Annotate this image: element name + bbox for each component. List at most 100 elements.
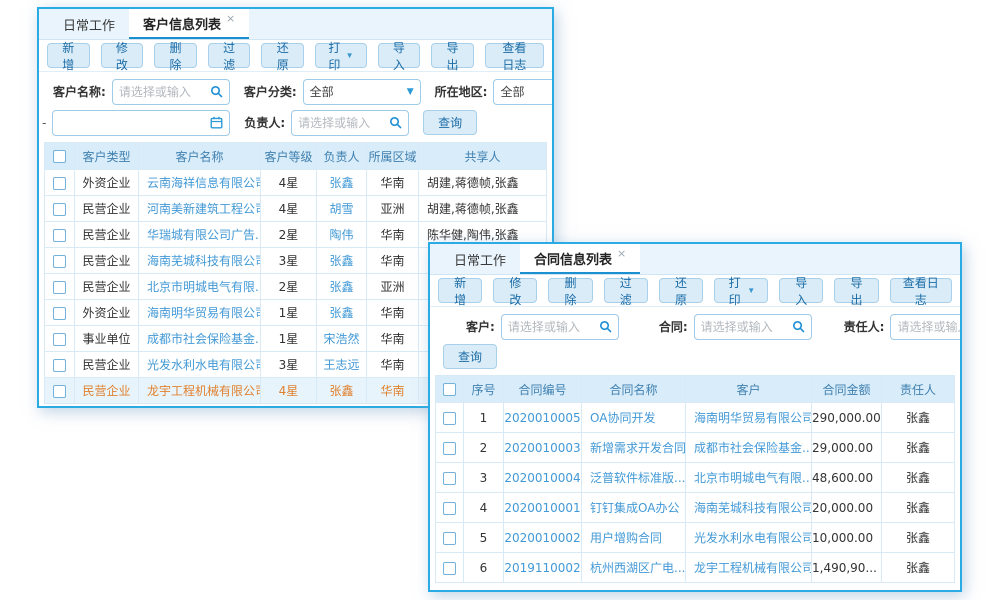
date-input[interactable] — [59, 116, 210, 130]
row-checkbox[interactable] — [443, 442, 456, 455]
edit-button[interactable]: 修改 — [101, 43, 144, 68]
table-row[interactable]: 52020010002用户增购合同光发水利水电有限公司10,000.00张鑫 — [436, 523, 955, 553]
tab-daily-work[interactable]: 日常工作 — [49, 9, 129, 39]
delete-button[interactable]: 删除 — [154, 43, 197, 68]
row-checkbox[interactable] — [53, 229, 66, 242]
table-row[interactable]: 32020010004泛普软件标准版...北京市明城电气有限...48,600.… — [436, 463, 955, 493]
cell-link[interactable]: 北京市明城电气有限... — [139, 274, 261, 300]
cell-link[interactable]: 宋浩然 — [317, 326, 367, 352]
table-row[interactable]: 12020010005OA协同开发海南明华贸易有限公司290,000.00张鑫 — [436, 403, 955, 433]
row-checkbox[interactable] — [443, 472, 456, 485]
row-checkbox[interactable] — [53, 333, 66, 346]
search-icon[interactable] — [792, 320, 805, 333]
cell-link[interactable]: 北京市明城电气有限... — [686, 463, 812, 493]
import-button[interactable]: 导入 — [378, 43, 421, 68]
print-button[interactable]: 打印▼ — [315, 43, 367, 68]
print-button[interactable]: 打印▼ — [714, 278, 768, 303]
cell-link[interactable]: 胡雪 — [317, 196, 367, 222]
tab-daily-work[interactable]: 日常工作 — [440, 244, 520, 274]
cell-link[interactable]: 龙宇工程机械有限公司 — [139, 378, 261, 404]
search-icon[interactable] — [210, 85, 223, 98]
calendar-icon[interactable] — [210, 116, 223, 129]
table-row[interactable]: 22020010003新增需求开发合同成都市社会保险基金...29,000.00… — [436, 433, 955, 463]
cell-link[interactable]: 陶伟 — [317, 222, 367, 248]
region-select[interactable]: 全部 ▼ — [493, 79, 554, 105]
cell-link[interactable]: 海南明华贸易有限公司 — [139, 300, 261, 326]
cell-link[interactable]: OA协同开发 — [582, 403, 686, 433]
tab-contract-info-list[interactable]: 合同信息列表× — [520, 244, 640, 274]
category-select[interactable]: 全部 ▼ — [303, 79, 421, 105]
cell-link[interactable]: 成都市社会保险基金... — [686, 433, 812, 463]
search-icon[interactable] — [599, 320, 612, 333]
edit-button[interactable]: 修改 — [493, 278, 537, 303]
tab-customer-info-list[interactable]: 客户信息列表× — [129, 9, 249, 39]
cell-link[interactable]: 2020010001 — [504, 493, 582, 523]
cell-link[interactable]: 光发水利水电有限公司 — [686, 523, 812, 553]
view-log-button[interactable]: 查看日志 — [890, 278, 952, 303]
cell-link[interactable]: 泛普软件标准版... — [582, 463, 686, 493]
cell-link[interactable]: 龙宇工程机械有限公司 — [686, 553, 812, 583]
cell-link[interactable]: 2020010002 — [504, 523, 582, 553]
row-checkbox[interactable] — [53, 177, 66, 190]
import-button[interactable]: 导入 — [779, 278, 823, 303]
contract-input[interactable] — [701, 320, 792, 334]
cell-link[interactable]: 张鑫 — [317, 378, 367, 404]
select-all-checkbox[interactable] — [53, 150, 66, 163]
cell-link[interactable]: 海南芜城科技有限公司 — [686, 493, 812, 523]
filter-button[interactable]: 过滤 — [208, 43, 251, 68]
row-checkbox[interactable] — [53, 255, 66, 268]
row-checkbox[interactable] — [53, 359, 66, 372]
table-row[interactable]: 42020010001钉钉集成OA办公海南芜城科技有限公司20,000.00张鑫 — [436, 493, 955, 523]
row-checkbox[interactable] — [53, 281, 66, 294]
filter-button[interactable]: 过滤 — [604, 278, 648, 303]
cell-link[interactable]: 光发水利水电有限公司 — [139, 352, 261, 378]
delete-button[interactable]: 删除 — [548, 278, 592, 303]
query-button[interactable]: 查询 — [443, 344, 497, 369]
export-button[interactable]: 导出 — [834, 278, 878, 303]
row-checkbox[interactable] — [53, 307, 66, 320]
row-checkbox[interactable] — [443, 502, 456, 515]
cell-link[interactable]: 2020010005 — [504, 403, 582, 433]
restore-button[interactable]: 还原 — [261, 43, 304, 68]
restore-button[interactable]: 还原 — [659, 278, 703, 303]
cell-link[interactable]: 新增需求开发合同 — [582, 433, 686, 463]
cell-link[interactable]: 2020010003 — [504, 433, 582, 463]
table-row[interactable]: 民营企业河南美新建筑工程公司4星胡雪亚洲胡建,蒋德帧,张鑫 — [45, 196, 547, 222]
close-icon[interactable]: × — [226, 12, 235, 25]
cell-link[interactable]: 张鑫 — [317, 170, 367, 196]
cell-link[interactable]: 钉钉集成OA办公 — [582, 493, 686, 523]
export-button[interactable]: 导出 — [431, 43, 474, 68]
table-row[interactable]: 62019110002杭州西湖区广电...龙宇工程机械有限公司1,490,90.… — [436, 553, 955, 583]
cell-link[interactable]: 2019110002 — [504, 553, 582, 583]
row-checkbox[interactable] — [443, 532, 456, 545]
cell-link[interactable]: 海南明华贸易有限公司 — [686, 403, 812, 433]
row-checkbox[interactable] — [443, 562, 456, 575]
cell-link[interactable]: 张鑫 — [317, 300, 367, 326]
row-checkbox[interactable] — [53, 203, 66, 216]
add-button[interactable]: 新增 — [438, 278, 482, 303]
cell-link[interactable]: 2020010004 — [504, 463, 582, 493]
close-icon[interactable]: × — [617, 247, 626, 260]
cell-link[interactable]: 成都市社会保险基金... — [139, 326, 261, 352]
view-log-button[interactable]: 查看日志 — [485, 43, 544, 68]
cell-link[interactable]: 杭州西湖区广电... — [582, 553, 686, 583]
table-row[interactable]: 外资企业云南海祥信息有限公司4星张鑫华南胡建,蒋德帧,张鑫 — [45, 170, 547, 196]
cell-link[interactable]: 河南美新建筑工程公司 — [139, 196, 261, 222]
cell-link[interactable]: 用户增购合同 — [582, 523, 686, 553]
customer-input[interactable] — [508, 320, 599, 334]
cell-link[interactable]: 张鑫 — [317, 274, 367, 300]
cell-link[interactable]: 张鑫 — [317, 248, 367, 274]
add-button[interactable]: 新增 — [47, 43, 90, 68]
select-all-checkbox[interactable] — [443, 383, 456, 396]
customer-name-input[interactable] — [119, 85, 210, 99]
query-button[interactable]: 查询 — [423, 110, 477, 135]
cell-link[interactable]: 华瑞城有限公司广告... — [139, 222, 261, 248]
cell-link[interactable]: 海南芜城科技有限公司 — [139, 248, 261, 274]
cell-link[interactable]: 王志远 — [317, 352, 367, 378]
row-checkbox[interactable] — [53, 385, 66, 398]
row-checkbox[interactable] — [443, 412, 456, 425]
search-icon[interactable] — [389, 116, 402, 129]
responsible-input[interactable] — [897, 320, 962, 334]
cell-link[interactable]: 云南海祥信息有限公司 — [139, 170, 261, 196]
owner-input[interactable] — [298, 116, 389, 130]
